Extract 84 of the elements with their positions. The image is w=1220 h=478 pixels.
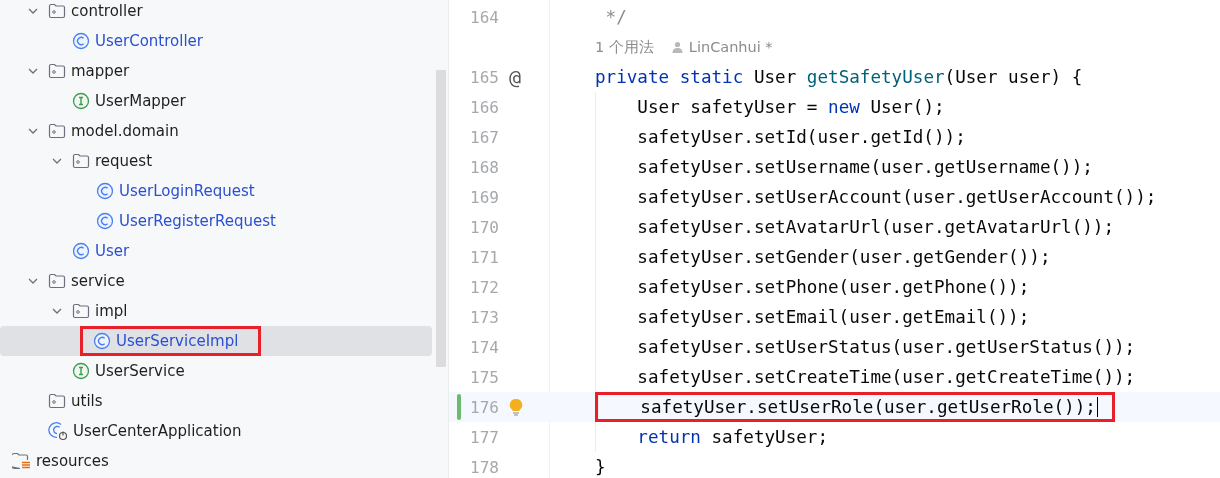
scrollbar[interactable] (436, 70, 446, 367)
folder-icon (72, 303, 90, 319)
code-line: User safetyUser = new User(); (595, 92, 945, 122)
code-line: return safetyUser; (595, 422, 829, 452)
tree-item-label: UserController (95, 32, 203, 50)
line-number: 176 (469, 397, 499, 417)
interface-icon (72, 362, 90, 380)
folder-icon (48, 273, 66, 289)
code-line: safetyUser.setAvatarUrl(user.getAvatarUrl()); (595, 212, 1115, 242)
class-icon (96, 212, 114, 230)
tree-item[interactable]: User (0, 236, 432, 266)
folder-icon (48, 123, 66, 139)
tree-item[interactable]: UserRegisterRequest (0, 206, 432, 236)
usages-hint[interactable]: 1 个用法 (595, 37, 654, 57)
tree-item[interactable]: UserLoginRequest (0, 176, 432, 206)
code-line: safetyUser.setUsername(user.getUsername()); (595, 152, 1093, 182)
person-icon (671, 41, 683, 53)
tree-item[interactable]: model.domain (0, 116, 432, 146)
line-number: 166 (469, 97, 499, 117)
tree-item-label: User (95, 242, 130, 260)
class-icon (96, 182, 114, 200)
tree-item-label: mapper (71, 62, 130, 80)
tree-item-label: service (71, 272, 125, 290)
code-line: */ (604, 6, 627, 29)
tree-item-label: request (95, 152, 153, 170)
tree-item-label: model.domain (71, 122, 179, 140)
annotation-gutter-mark[interactable]: @ (509, 65, 522, 89)
code-line: private static User getSafetyUser(User user) { (595, 66, 1083, 89)
tree-item-label: controller (71, 2, 143, 20)
code-line: safetyUser.setGender(user.getGender()); (595, 242, 1051, 272)
tree-item-label: UserLoginRequest (119, 182, 255, 200)
line-number: 178 (469, 457, 499, 477)
folder-icon (48, 393, 66, 409)
tree-item-label: UserService (95, 362, 185, 380)
line-number: 170 (469, 217, 499, 237)
line-number: 173 (469, 307, 499, 327)
tree-item-label: UserCenterApplication (73, 422, 242, 440)
tree-item[interactable]: impl (0, 296, 432, 326)
code-line: safetyUser.setEmail(user.getEmail()); (595, 302, 1030, 332)
tree-item[interactable]: utils (0, 386, 432, 416)
code-line: } (595, 456, 606, 478)
code-line: safetyUser.setUserStatus(user.getUserStatus()); (595, 332, 1136, 362)
line-number: 172 (469, 277, 499, 297)
line-number: 164 (469, 7, 499, 27)
line-number: 175 (469, 367, 499, 387)
code-line: safetyUser.setPhone(user.getPhone()); (595, 272, 1030, 302)
tree-item[interactable]: mapper (0, 56, 432, 86)
code-line: safetyUser.setCreateTime(user.getCreateTime()); (595, 362, 1136, 392)
class-icon (72, 32, 90, 50)
interface-icon (72, 92, 90, 110)
resources-folder-icon (11, 452, 31, 470)
tree-item[interactable]: UserMapper (0, 86, 432, 116)
line-number: 177 (469, 427, 499, 447)
line-number: 168 (469, 157, 499, 177)
folder-icon (72, 153, 90, 169)
folder-icon (48, 3, 66, 19)
class-icon (93, 332, 111, 350)
line-number: 165 (469, 67, 499, 87)
code-line: safetyUser.setId(user.getId()); (595, 122, 966, 152)
author-hint[interactable]: LinCanhui * (688, 39, 773, 55)
tree-item[interactable]: UserServiceImpl (0, 326, 432, 356)
class-icon (72, 242, 90, 260)
tree-item-label: impl (95, 302, 128, 320)
tree-item[interactable]: UserController (0, 26, 432, 56)
tree-item-label: UserMapper (95, 92, 186, 110)
line-number: 167 (469, 127, 499, 147)
application-class-icon (48, 421, 68, 441)
line-number: 169 (469, 187, 499, 207)
code-line: safetyUser.setUserAccount(user.getUserAccount()); (595, 182, 1157, 212)
tree-item[interactable]: service (0, 266, 432, 296)
text-caret (1096, 397, 1099, 417)
tree-item[interactable]: resources (0, 446, 432, 476)
tree-item-label: UserServiceImpl (116, 332, 239, 350)
line-number: 174 (469, 337, 499, 357)
tree-item-label: utils (71, 392, 103, 410)
tree-item[interactable]: request (0, 146, 432, 176)
code-editor[interactable] (449, 0, 1220, 478)
tree-item-label: resources (36, 452, 109, 470)
tree-item[interactable]: UserService (0, 356, 432, 386)
tree-item[interactable]: controller (0, 0, 432, 26)
tree-item[interactable]: UserCenterApplication (0, 416, 432, 446)
line-number: 171 (469, 247, 499, 267)
folder-icon (48, 63, 66, 79)
tree-item-label: UserRegisterRequest (119, 212, 276, 230)
